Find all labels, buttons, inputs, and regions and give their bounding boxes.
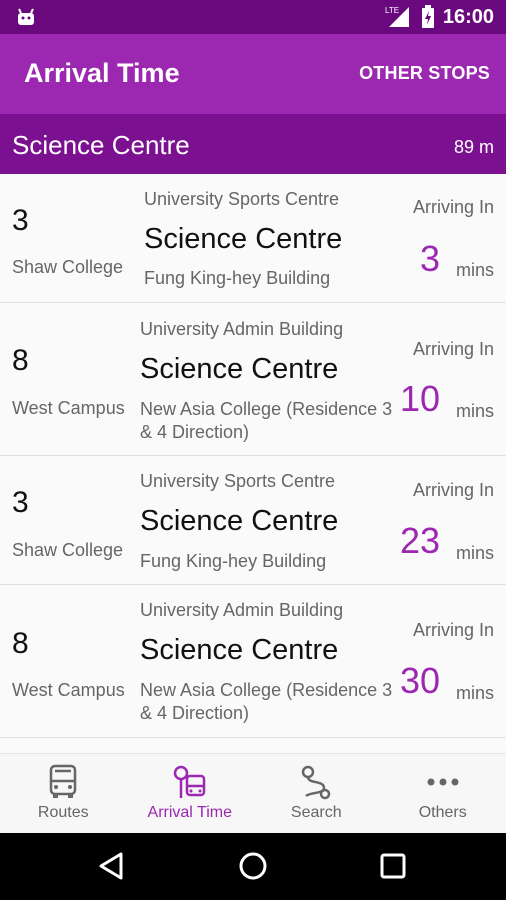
- arriving-label: Arriving In: [412, 339, 494, 359]
- minutes-unit: mins: [455, 260, 494, 280]
- previous-stop: University Sports Centre: [144, 189, 340, 209]
- arrival-minutes: 10: [399, 378, 440, 419]
- stop-name: Science Centre: [12, 130, 190, 160]
- current-stop: Science Centre: [140, 505, 339, 537]
- more-dots-icon: [427, 778, 459, 786]
- lte-signal-icon: LTE: [385, 6, 409, 27]
- next-stop: New Asia College (Residence 3 & 4 Direct…: [140, 680, 393, 723]
- status-time: 16:00: [442, 5, 494, 28]
- bus-icon: [50, 764, 77, 798]
- arrival-row[interactable]: 3 Shaw College University Sports Centre …: [0, 174, 506, 303]
- stop-header: Science Centre 89 m: [0, 114, 506, 174]
- arriving-label: Arriving In: [412, 480, 494, 500]
- arrival-minutes: 30: [399, 660, 440, 701]
- arriving-label: Arriving In: [412, 197, 494, 217]
- next-stop: Fung King-hey Building: [144, 268, 331, 288]
- arrival-minutes: 3: [419, 238, 440, 279]
- route-search-icon: [302, 765, 331, 800]
- nav-search[interactable]: Search: [253, 754, 380, 833]
- current-stop: Science Centre: [140, 634, 339, 666]
- minutes-unit: mins: [455, 683, 494, 703]
- current-stop: Science Centre: [140, 353, 339, 385]
- status-bar: LTE 16:00: [0, 0, 506, 34]
- previous-stop: University Admin Building: [140, 600, 344, 620]
- minutes-unit: mins: [455, 401, 494, 421]
- previous-stop: University Sports Centre: [140, 471, 336, 491]
- home-icon[interactable]: [237, 850, 269, 882]
- nav-others[interactable]: Others: [380, 754, 506, 833]
- arrival-row[interactable]: 3 Shaw College University Sports Centre …: [0, 456, 506, 585]
- android-notification-icon: [18, 8, 34, 25]
- app-bar: Arrival Time OTHER STOPS: [0, 34, 506, 114]
- route-name: Shaw College: [12, 540, 124, 560]
- route-name: West Campus: [12, 680, 125, 700]
- arrival-minutes: 23: [399, 520, 440, 561]
- nav-label: Others: [418, 804, 467, 821]
- route-number: 3: [12, 486, 29, 519]
- other-stops-button[interactable]: OTHER STOPS: [359, 63, 490, 84]
- next-stop: New Asia College (Residence 3 & 4 Direct…: [140, 399, 393, 442]
- route-number: 8: [12, 627, 29, 660]
- route-number: 3: [12, 204, 29, 237]
- arriving-label: Arriving In: [412, 620, 494, 640]
- next-stop: Fung King-hey Building: [140, 551, 327, 571]
- system-navigation-bar: [0, 833, 506, 900]
- arrival-list[interactable]: 3 Shaw College University Sports Centre …: [0, 174, 506, 753]
- network-type: LTE: [385, 6, 399, 15]
- page-title: Arrival Time: [24, 58, 180, 88]
- back-icon[interactable]: [97, 850, 129, 882]
- nav-arrival-time[interactable]: Arrival Time: [127, 754, 254, 833]
- arrival-row[interactable]: 8 West Campus University Admin Building …: [0, 585, 506, 738]
- battery-charging-icon: [421, 5, 434, 28]
- bus-stop-icon: [173, 765, 205, 798]
- previous-stop: University Admin Building: [140, 319, 344, 339]
- stop-distance: 89 m: [453, 137, 494, 157]
- bottom-navigation: Routes Arrival Time Search Others: [0, 753, 506, 833]
- nav-label: Arrival Time: [147, 804, 232, 821]
- nav-routes[interactable]: Routes: [0, 754, 127, 833]
- minutes-unit: mins: [455, 543, 494, 563]
- route-name: West Campus: [12, 398, 125, 418]
- nav-label: Routes: [37, 804, 89, 821]
- arrival-row[interactable]: 8 West Campus University Admin Building …: [0, 303, 506, 456]
- nav-label: Search: [290, 804, 342, 821]
- recents-icon[interactable]: [377, 850, 409, 882]
- route-name: Shaw College: [12, 257, 124, 277]
- current-stop: Science Centre: [144, 223, 343, 255]
- route-number: 8: [12, 344, 29, 377]
